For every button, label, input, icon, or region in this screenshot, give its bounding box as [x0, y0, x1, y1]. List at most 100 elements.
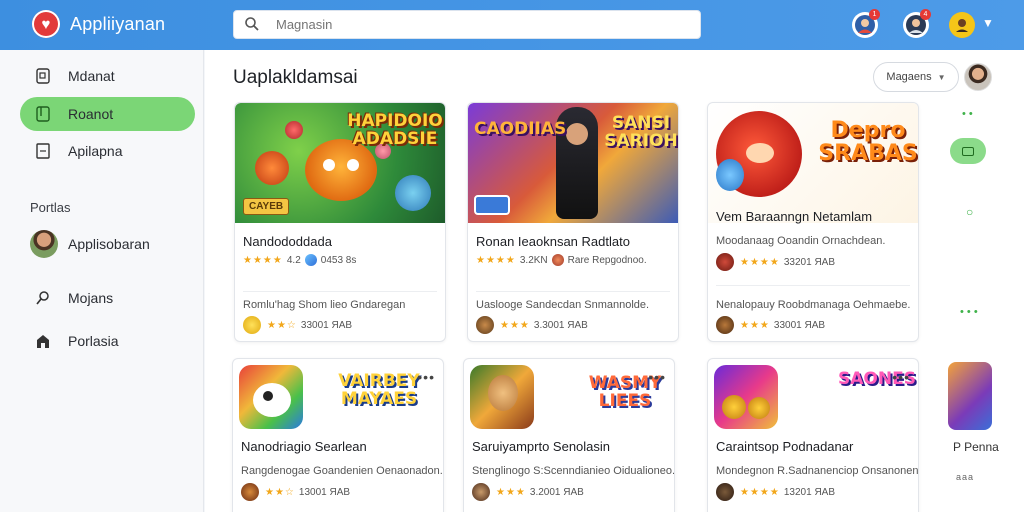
document-icon: [34, 67, 52, 85]
notifications-icon[interactable]: 1: [852, 9, 880, 38]
card-meta: ★★★★ 33201 ЯAB: [716, 253, 835, 271]
sidebar-item-mdanat[interactable]: Mdanat: [20, 59, 195, 93]
card-hero-image: Depro SRABAS: [708, 103, 918, 223]
footer-stars: ★★★: [500, 319, 530, 331]
platform-icon: [551, 254, 564, 266]
card-description: Rangdenogae Goandenien Oenaonadon.: [241, 465, 443, 477]
rail-circle-icon: ○: [966, 205, 974, 219]
filter-dropdown[interactable]: Magaens ▼: [873, 62, 959, 92]
rail-icon: [962, 146, 974, 156]
card-description: Uaslooge Sandecdan Snmannolde.: [476, 299, 650, 311]
card-description: Stenglinogo S:Scenndianieo Oidualioneo.: [472, 465, 675, 477]
app-card[interactable]: VAIRBEY MAYAES ••• Nanodriagio Searlean …: [232, 358, 444, 512]
hero-tag: CAYEB: [243, 198, 290, 215]
sidebar-item-apilapna[interactable]: Apilapna: [20, 134, 195, 168]
card-title: Saruiyamprto Senolasin: [472, 439, 611, 454]
app-card[interactable]: CAODIIAS SANSI SARIOH Ronan Ieaoknsan Ra…: [467, 102, 679, 342]
card-description: Nenalopauy Roobdmanaga Oehmaebe.: [716, 299, 911, 311]
profile-avatar-icon[interactable]: [949, 12, 975, 38]
divider: [476, 291, 670, 292]
chevron-down-icon[interactable]: ▼: [982, 16, 994, 30]
card-title: Vem Baraanngn Netamlam: [716, 209, 873, 224]
messages-icon[interactable]: 4: [903, 9, 931, 38]
badge-icon: [474, 195, 510, 215]
book-icon: [34, 105, 52, 123]
card-footer: ★★★ 3.3001 ЯAB: [476, 316, 588, 334]
top-bar: ♥ Appliiyanan 1 4 ▼: [0, 0, 1024, 50]
app-logo-icon[interactable]: ♥: [32, 10, 60, 38]
card-footer: ★★☆ 13001 ЯAB: [241, 483, 350, 501]
peek-label: P Penna: [953, 440, 999, 454]
card-hero-image: HAPIDOIO ADADSIE CAYEB: [235, 103, 445, 223]
meta-text: 0453 8s: [320, 254, 357, 266]
footer-text: 3.3001 ЯAB: [533, 319, 588, 331]
rail-dots: • • •: [960, 306, 978, 318]
app-title: Appliiyanan: [70, 14, 166, 34]
page-icon: [34, 142, 52, 160]
more-options-icon[interactable]: •••: [648, 369, 666, 385]
peek-app-icon[interactable]: [948, 362, 992, 430]
main-content: Uaplakldamsai Magaens ▼ HAPIDOIO ADADSIE…: [205, 50, 1024, 512]
app-card[interactable]: Depro SRABAS Vem Baraanngn Netamlam Mood…: [707, 102, 919, 342]
sidebar-item-label: Apilapna: [68, 143, 123, 159]
card-meta: ★★★★ 4.2 0453 8s: [243, 254, 356, 266]
hero-title: Depro SRABAS: [818, 118, 918, 167]
app-card[interactable]: WASMY LIEES ••• Saruiyamprto Senolasin S…: [463, 358, 675, 512]
sidebar-item-label: Mojans: [68, 290, 114, 306]
sidebar-item-porlasia[interactable]: Porlasia: [20, 324, 195, 358]
developer-avatar: [476, 316, 494, 334]
rail-toggle-button[interactable]: [950, 138, 986, 164]
footer-text: 33001 ЯAB: [300, 319, 353, 331]
filter-label: Magaens: [886, 71, 932, 83]
sidebar-item-applisobaran[interactable]: Applisobaran: [20, 227, 195, 261]
rating-stars: ★★★★: [476, 254, 516, 266]
notification-badge: 1: [869, 9, 880, 20]
hero-title-right: SANSI SARIOH: [604, 113, 678, 151]
card-footer: ★★★ 33001 ЯAB: [716, 316, 825, 334]
sidebar-item-label: Mdanat: [68, 68, 115, 84]
app-icon: [714, 365, 778, 429]
footer-text: 13001 ЯAB: [298, 486, 351, 498]
app-card[interactable]: SAONES ••• Caraintsop Podnadanar Mondegn…: [707, 358, 919, 512]
search-bar[interactable]: [233, 10, 701, 39]
avatar: [30, 230, 58, 258]
footer-text: 13201 ЯAB: [783, 486, 836, 498]
peek-dots: ааa: [956, 472, 975, 482]
card-description: Mondegnon R.Sadnanenciop Onsanoneno.: [716, 465, 919, 477]
footer-text: 3.2001 ЯAB: [529, 486, 584, 498]
card-hero-image: CAODIIAS SANSI SARIOH: [468, 103, 678, 223]
card-footer: ★★★ 3.2001 ЯAB: [472, 483, 584, 501]
developer-avatar: [716, 483, 734, 501]
hero-title: HAPIDOIO ADADSIE: [347, 111, 443, 149]
developer-avatar: [243, 316, 261, 334]
sidebar-item-label: Applisobaran: [68, 236, 150, 252]
divider: [716, 285, 910, 286]
search-icon: [34, 289, 52, 307]
developer-avatar: [241, 483, 259, 501]
developer-avatar: [716, 253, 734, 271]
hero-title-left: CAODIIAS: [474, 119, 567, 139]
section-label: Portlas: [30, 200, 71, 215]
meta-text: 33201 ЯAB: [783, 256, 836, 268]
sidebar-item-label: Porlasia: [68, 333, 119, 349]
rating-value: 3.2KN: [519, 254, 548, 266]
search-input[interactable]: [276, 17, 676, 32]
divider: [243, 291, 437, 292]
card-title: Caraintsop Podnadanar: [716, 439, 854, 454]
sidebar-item-mojans[interactable]: Mojans: [20, 281, 195, 315]
developer-avatar: [472, 483, 490, 501]
sidebar-item-roanot[interactable]: Roanot: [20, 97, 195, 131]
sidebar-item-label: Roanot: [68, 106, 114, 122]
user-avatar[interactable]: [964, 63, 992, 91]
app-card[interactable]: HAPIDOIO ADADSIE CAYEB Nandododdada ★★★★…: [234, 102, 446, 342]
app-wordart: VAIRBEY MAYAES: [338, 371, 420, 409]
footer-stars: ★★☆: [267, 319, 297, 331]
footer-text: 33001 ЯAB: [773, 319, 826, 331]
card-title: Ronan Ieaoknsan Radtlato: [476, 234, 630, 249]
meta-text: Rare Repgodnoo.: [567, 254, 647, 266]
card-title: Nanodriagio Searlean: [241, 439, 367, 454]
more-options-icon[interactable]: •••: [892, 369, 910, 385]
rating-value: 4.2: [286, 254, 301, 266]
more-options-icon[interactable]: •••: [417, 369, 435, 385]
rail-dots: • •: [962, 108, 973, 120]
